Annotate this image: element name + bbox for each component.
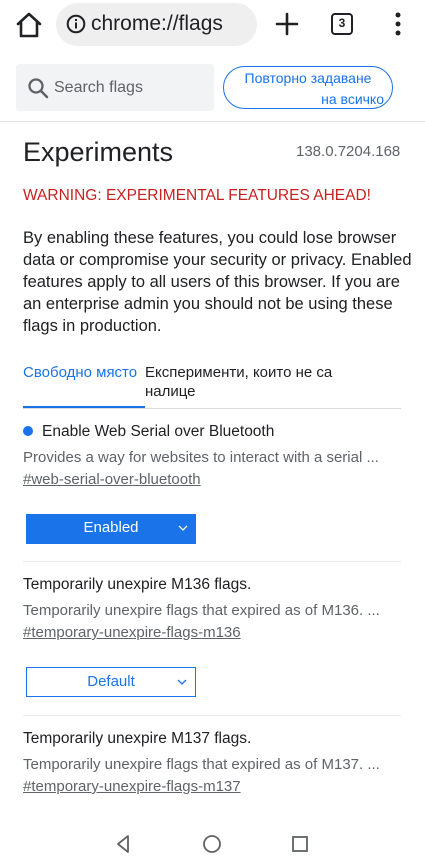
tab-unavailable[interactable]: Експерименти, които не са налице: [145, 363, 385, 401]
experiment-state-select[interactable]: Enabled: [26, 514, 196, 544]
enabled-indicator-dot: [23, 425, 33, 436]
browser-toolbar: chrome://flags 3: [0, 0, 425, 50]
experiment-permalink[interactable]: #temporary-unexpire-flags-m137: [23, 778, 241, 795]
experiment-web-serial-bluetooth: Enable Web Serial over Bluetooth Provide…: [23, 423, 401, 489]
experiment-permalink[interactable]: #web-serial-over-bluetooth: [23, 471, 201, 488]
plus-icon[interactable]: [272, 9, 302, 39]
version-label: 138.0.7204.168: [296, 143, 401, 160]
page-title: Experiments: [23, 137, 174, 167]
experiment-description: Temporarily unexpire flags that expired …: [23, 602, 380, 619]
select-value: Default: [87, 673, 135, 690]
experiment-divider: [23, 561, 401, 562]
experiment-state-select[interactable]: Default: [26, 667, 196, 697]
info-icon[interactable]: [66, 14, 86, 34]
experiment-unexpire-m137: Temporarily unexpire M137 flags. Tempora…: [23, 730, 401, 796]
address-bar[interactable]: chrome://flags: [56, 3, 257, 46]
more-vert-icon[interactable]: [388, 10, 408, 38]
reset-all-label-line1: Повторно задаване: [244, 70, 372, 86]
warning-description: By enabling these features, you could lo…: [23, 229, 412, 335]
search-input[interactable]: [54, 76, 204, 100]
search-box[interactable]: [16, 64, 214, 111]
experiment-title: Enable Web Serial over Bluetooth: [42, 423, 275, 440]
tab-available[interactable]: Свободно място: [23, 363, 143, 382]
active-tab-indicator: [23, 406, 145, 408]
chevron-down-icon: [178, 525, 188, 531]
experiment-description: Temporarily unexpire flags that expired …: [23, 756, 380, 773]
tabs-divider: [23, 408, 401, 409]
experiment-divider: [23, 715, 401, 716]
experiment-description: Provides a way for websites to interact …: [23, 449, 379, 466]
recents-square-icon[interactable]: [290, 834, 310, 854]
home-circle-icon[interactable]: [202, 834, 222, 854]
url-text: chrome://flags: [91, 12, 223, 35]
reset-all-button[interactable]: Повторно задаване на всичко: [223, 66, 393, 109]
tab-switcher-button[interactable]: 3: [331, 13, 353, 35]
system-nav-bar: [0, 820, 425, 859]
back-triangle-icon[interactable]: [114, 834, 134, 854]
search-icon: [26, 76, 50, 100]
experiment-title: Temporarily unexpire M136 flags.: [23, 576, 252, 593]
experiment-title: Temporarily unexpire M137 flags.: [23, 730, 252, 747]
flags-header: Повторно задаване на всичко: [0, 50, 425, 122]
home-icon[interactable]: [14, 11, 44, 39]
tab-count: 3: [338, 16, 346, 30]
experiment-permalink[interactable]: #temporary-unexpire-flags-m136: [23, 624, 241, 641]
reset-all-label-line2: на всичко: [321, 91, 384, 107]
experiment-unexpire-m136: Temporarily unexpire M136 flags. Tempora…: [23, 576, 401, 642]
warning-text: WARNING: EXPERIMENTAL FEATURES AHEAD!: [23, 187, 371, 204]
chevron-down-icon: [177, 679, 187, 685]
select-value: Enabled: [83, 519, 139, 536]
